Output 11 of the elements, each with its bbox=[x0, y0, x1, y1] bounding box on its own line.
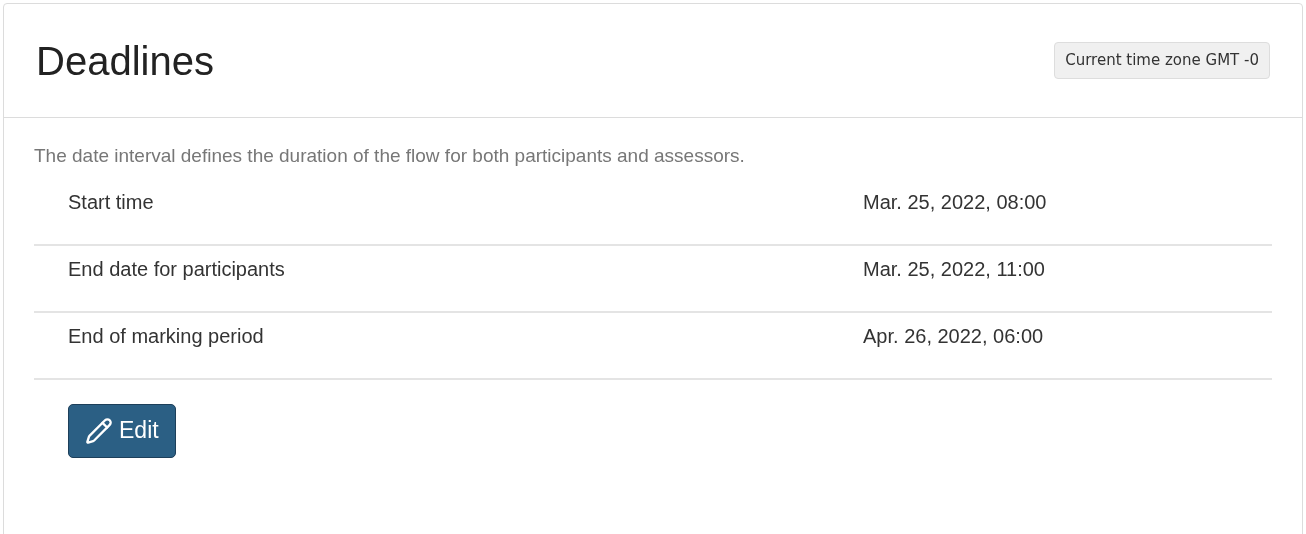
deadline-value: Mar. 25, 2022, 08:00 bbox=[863, 190, 1047, 215]
deadline-value: Apr. 26, 2022, 06:00 bbox=[863, 324, 1044, 349]
deadline-label: Start time bbox=[68, 190, 155, 215]
description-text: The date interval defines the duration of the flow for both participants and assessors. bbox=[34, 144, 746, 168]
page-title: Deadlines bbox=[36, 37, 214, 85]
deadline-label: End date for participants bbox=[68, 257, 286, 282]
deadline-label: End of marking period bbox=[68, 324, 265, 349]
pencil-icon bbox=[85, 416, 113, 445]
time-zone-badge: Current time zone GMT -0 bbox=[1054, 42, 1270, 79]
deadline-value: Mar. 25, 2022, 11:00 bbox=[863, 257, 1045, 282]
edit-button[interactable]: Edit bbox=[68, 403, 176, 458]
